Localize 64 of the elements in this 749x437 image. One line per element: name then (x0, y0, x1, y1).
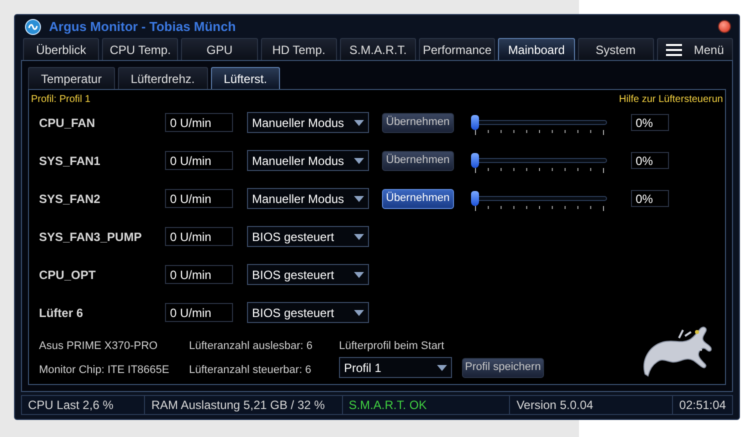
caret-icon (354, 272, 364, 278)
board-name: Asus PRIME X370-PRO (39, 339, 159, 354)
dropdown[interactable]: Manueller Modus (247, 112, 369, 133)
tab[interactable]: Überblick (23, 38, 100, 60)
tab[interactable]: Lüfterst. (210, 67, 280, 89)
fan-name: SYS_FAN1 (39, 152, 102, 170)
fan-name: Lüfter 6 (39, 304, 84, 322)
dropdown[interactable]: Manueller Modus (247, 188, 369, 209)
rpm-field: 0 U/min (165, 227, 233, 246)
fan-name: SYS_FAN2 (39, 190, 102, 208)
tab[interactable]: S.M.A.R.T. (340, 38, 416, 60)
caret-icon (354, 234, 364, 240)
tab[interactable]: System (578, 38, 654, 60)
slider-thumb[interactable] (470, 115, 479, 130)
apply-button[interactable]: Übernehmen (382, 112, 454, 132)
tab[interactable]: GPU (181, 38, 258, 60)
caret-icon (354, 310, 364, 316)
controllable-count: Lüfteranzahl steuerbar: 6 (189, 362, 312, 378)
rpm-field: 0 U/min (165, 151, 233, 170)
close-button[interactable] (718, 20, 731, 33)
caret-icon (354, 196, 364, 202)
percent-field: 0% (630, 114, 669, 131)
percent-field: 0% (630, 190, 669, 207)
status-item: CPU Last 2,6 % (22, 396, 146, 414)
rpm-field: 0 U/min (165, 303, 233, 322)
app-logo-icon (25, 18, 41, 34)
status-item: S.M.A.R.T. OK (342, 396, 510, 414)
help-link[interactable]: Hilfe zur Lüftersteuerun (619, 92, 723, 107)
tab[interactable]: Mainboard (498, 38, 575, 60)
status-item: RAM Auslastung 5,21 GB / 32 % (145, 396, 343, 414)
tab[interactable]: Menü (656, 38, 733, 60)
rpm-field: 0 U/min (165, 265, 233, 284)
dropdown[interactable]: BIOS gesteuert (247, 226, 369, 247)
percent-field: 0% (630, 152, 669, 169)
profile-label: Profil: Profil 1 (31, 93, 90, 107)
status-item: 02:51:04 (678, 397, 727, 414)
dropdown[interactable]: BIOS gesteuert (247, 264, 369, 285)
fan-name: CPU_OPT (39, 266, 97, 284)
tab[interactable]: Lüfterdrehz. (118, 67, 208, 89)
dropdown[interactable]: Profil 1 (339, 357, 452, 378)
caret-icon (437, 364, 447, 370)
status-item: Version 5.0.04 (510, 396, 674, 414)
readable-count: Lüfteranzahl auslesbar: 6 (189, 339, 314, 354)
save-profile-button[interactable]: Profil speichern (462, 358, 544, 378)
apply-button[interactable]: Übernehmen (382, 150, 454, 170)
fan-name: CPU_FAN (39, 114, 96, 132)
caret-icon (354, 120, 364, 126)
slider-thumb[interactable] (470, 191, 479, 206)
apply-button[interactable]: Übernehmen (382, 188, 454, 208)
window-title: Argus Monitor - Tobias Münch (49, 18, 236, 36)
fan-name: SYS_FAN3_PUMP (39, 228, 143, 246)
chip-name: Monitor Chip: ITE IT8665E (39, 362, 170, 378)
tab[interactable]: Performance (419, 38, 496, 60)
slider-thumb[interactable] (470, 153, 479, 168)
dropdown[interactable]: Manueller Modus (247, 150, 369, 171)
rpm-field: 0 U/min (165, 113, 233, 132)
startup-profile-label: Lüfterprofil beim Start (339, 338, 446, 354)
menu-icon (666, 44, 682, 56)
tab[interactable]: Temperatur (28, 67, 115, 89)
tab[interactable]: HD Temp. (260, 38, 337, 60)
rpm-field: 0 U/min (165, 189, 233, 208)
caret-icon (354, 158, 364, 164)
dropdown[interactable]: BIOS gesteuert (247, 302, 369, 323)
tab[interactable]: CPU Temp. (102, 38, 178, 60)
